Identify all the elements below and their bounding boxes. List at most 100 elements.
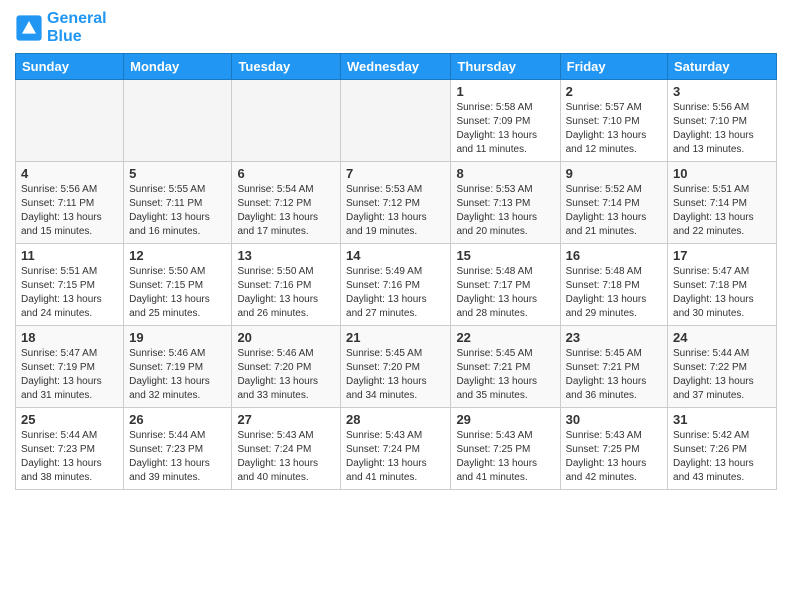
calendar-header-sunday: Sunday xyxy=(16,54,124,80)
day-number: 30 xyxy=(566,412,662,427)
day-number: 12 xyxy=(129,248,226,263)
day-number: 28 xyxy=(346,412,445,427)
day-info: Sunrise: 5:49 AMSunset: 7:16 PMDaylight:… xyxy=(346,265,445,321)
day-info: Sunrise: 5:48 AMSunset: 7:18 PMDaylight:… xyxy=(566,265,662,321)
day-info: Sunrise: 5:51 AMSunset: 7:14 PMDaylight:… xyxy=(673,183,771,239)
day-info: Sunrise: 5:57 AMSunset: 7:10 PMDaylight:… xyxy=(566,101,662,157)
day-info: Sunrise: 5:58 AMSunset: 7:09 PMDaylight:… xyxy=(456,101,554,157)
day-info: Sunrise: 5:42 AMSunset: 7:26 PMDaylight:… xyxy=(673,429,771,485)
day-number: 7 xyxy=(346,166,445,181)
day-info: Sunrise: 5:45 AMSunset: 7:21 PMDaylight:… xyxy=(456,347,554,403)
calendar-cell: 9 Sunrise: 5:52 AMSunset: 7:14 PMDaylight… xyxy=(560,162,667,244)
calendar-header-friday: Friday xyxy=(560,54,667,80)
calendar: SundayMondayTuesdayWednesdayThursdayFrid… xyxy=(15,53,777,490)
day-number: 23 xyxy=(566,330,662,345)
logo: General Blue xyxy=(15,10,107,45)
calendar-cell xyxy=(232,80,341,162)
calendar-week-5: 25Sunrise: 5:44 AMSunset: 7:23 PMDayligh… xyxy=(16,408,777,490)
day-info: Sunrise: 5:47 AMSunset: 7:19 PMDaylight:… xyxy=(21,347,118,403)
day-info: Sunrise: 5:54 AMSunset: 7:12 PMDaylight:… xyxy=(237,183,335,239)
calendar-cell: 21 Sunrise: 5:45 AMSunset: 7:20 PMDayligh… xyxy=(341,326,451,408)
calendar-cell: 19Sunrise: 5:46 AMSunset: 7:19 PMDayligh… xyxy=(124,326,232,408)
day-info: Sunrise: 5:52 AMSunset: 7:14 PMDaylight:… xyxy=(566,183,662,239)
calendar-cell: 27 Sunrise: 5:43 AMSunset: 7:24 PMDayligh… xyxy=(232,408,341,490)
calendar-cell: 11 Sunrise: 5:51 AMSunset: 7:15 PMDayligh… xyxy=(16,244,124,326)
day-number: 21 xyxy=(346,330,445,345)
day-info: Sunrise: 5:44 AMSunset: 7:23 PMDaylight:… xyxy=(21,429,118,485)
day-number: 29 xyxy=(456,412,554,427)
day-number: 18 xyxy=(21,330,118,345)
day-number: 22 xyxy=(456,330,554,345)
header: General Blue xyxy=(15,10,777,45)
day-info: Sunrise: 5:51 AMSunset: 7:15 PMDaylight:… xyxy=(21,265,118,321)
calendar-header-saturday: Saturday xyxy=(668,54,777,80)
calendar-cell: 8 Sunrise: 5:53 AMSunset: 7:13 PMDaylight… xyxy=(451,162,560,244)
day-info: Sunrise: 5:43 AMSunset: 7:24 PMDaylight:… xyxy=(237,429,335,485)
day-info: Sunrise: 5:50 AMSunset: 7:16 PMDaylight:… xyxy=(237,265,335,321)
calendar-cell: 22 Sunrise: 5:45 AMSunset: 7:21 PMDayligh… xyxy=(451,326,560,408)
page: General Blue SundayMondayTuesdayWednesda… xyxy=(0,0,792,612)
day-number: 16 xyxy=(566,248,662,263)
calendar-cell: 10 Sunrise: 5:51 AMSunset: 7:14 PMDayligh… xyxy=(668,162,777,244)
calendar-header-row: SundayMondayTuesdayWednesdayThursdayFrid… xyxy=(16,54,777,80)
day-info: Sunrise: 5:43 AMSunset: 7:25 PMDaylight:… xyxy=(566,429,662,485)
day-info: Sunrise: 5:45 AMSunset: 7:21 PMDaylight:… xyxy=(566,347,662,403)
day-number: 14 xyxy=(346,248,445,263)
day-info: Sunrise: 5:43 AMSunset: 7:25 PMDaylight:… xyxy=(456,429,554,485)
day-number: 5 xyxy=(129,166,226,181)
calendar-cell: 28 Sunrise: 5:43 AMSunset: 7:24 PMDayligh… xyxy=(341,408,451,490)
day-info: Sunrise: 5:53 AMSunset: 7:13 PMDaylight:… xyxy=(456,183,554,239)
day-info: Sunrise: 5:55 AMSunset: 7:11 PMDaylight:… xyxy=(129,183,226,239)
day-number: 11 xyxy=(21,248,118,263)
day-number: 8 xyxy=(456,166,554,181)
calendar-cell: 13Sunrise: 5:50 AMSunset: 7:16 PMDayligh… xyxy=(232,244,341,326)
calendar-cell: 15 Sunrise: 5:48 AMSunset: 7:17 PMDayligh… xyxy=(451,244,560,326)
calendar-cell xyxy=(341,80,451,162)
calendar-header-monday: Monday xyxy=(124,54,232,80)
logo-icon xyxy=(15,14,43,42)
calendar-header-tuesday: Tuesday xyxy=(232,54,341,80)
day-info: Sunrise: 5:48 AMSunset: 7:17 PMDaylight:… xyxy=(456,265,554,321)
calendar-cell: 26 Sunrise: 5:44 AMSunset: 7:23 PMDayligh… xyxy=(124,408,232,490)
calendar-cell: 7 Sunrise: 5:53 AMSunset: 7:12 PMDaylight… xyxy=(341,162,451,244)
calendar-cell: 30 Sunrise: 5:43 AMSunset: 7:25 PMDayligh… xyxy=(560,408,667,490)
calendar-cell: 24 Sunrise: 5:44 AMSunset: 7:22 PMDayligh… xyxy=(668,326,777,408)
day-number: 20 xyxy=(237,330,335,345)
day-number: 24 xyxy=(673,330,771,345)
calendar-week-3: 11 Sunrise: 5:51 AMSunset: 7:15 PMDayligh… xyxy=(16,244,777,326)
calendar-cell: 29 Sunrise: 5:43 AMSunset: 7:25 PMDayligh… xyxy=(451,408,560,490)
calendar-cell: 12 Sunrise: 5:50 AMSunset: 7:15 PMDayligh… xyxy=(124,244,232,326)
calendar-cell: 17Sunrise: 5:47 AMSunset: 7:18 PMDayligh… xyxy=(668,244,777,326)
logo-text: General Blue xyxy=(47,10,107,45)
day-info: Sunrise: 5:56 AMSunset: 7:10 PMDaylight:… xyxy=(673,101,771,157)
day-number: 6 xyxy=(237,166,335,181)
day-info: Sunrise: 5:46 AMSunset: 7:20 PMDaylight:… xyxy=(237,347,335,403)
day-info: Sunrise: 5:47 AMSunset: 7:18 PMDaylight:… xyxy=(673,265,771,321)
calendar-cell: 16 Sunrise: 5:48 AMSunset: 7:18 PMDayligh… xyxy=(560,244,667,326)
day-info: Sunrise: 5:45 AMSunset: 7:20 PMDaylight:… xyxy=(346,347,445,403)
day-info: Sunrise: 5:43 AMSunset: 7:24 PMDaylight:… xyxy=(346,429,445,485)
day-number: 3 xyxy=(673,84,771,99)
day-number: 2 xyxy=(566,84,662,99)
day-number: 26 xyxy=(129,412,226,427)
calendar-week-4: 18 Sunrise: 5:47 AMSunset: 7:19 PMDayligh… xyxy=(16,326,777,408)
day-info: Sunrise: 5:53 AMSunset: 7:12 PMDaylight:… xyxy=(346,183,445,239)
day-number: 4 xyxy=(21,166,118,181)
calendar-cell: 1Sunrise: 5:58 AMSunset: 7:09 PMDaylight… xyxy=(451,80,560,162)
day-info: Sunrise: 5:46 AMSunset: 7:19 PMDaylight:… xyxy=(129,347,226,403)
day-info: Sunrise: 5:44 AMSunset: 7:23 PMDaylight:… xyxy=(129,429,226,485)
calendar-cell: 3 Sunrise: 5:56 AMSunset: 7:10 PMDaylight… xyxy=(668,80,777,162)
calendar-cell: 5 Sunrise: 5:55 AMSunset: 7:11 PMDaylight… xyxy=(124,162,232,244)
day-number: 15 xyxy=(456,248,554,263)
day-number: 9 xyxy=(566,166,662,181)
day-number: 10 xyxy=(673,166,771,181)
day-info: Sunrise: 5:50 AMSunset: 7:15 PMDaylight:… xyxy=(129,265,226,321)
day-info: Sunrise: 5:44 AMSunset: 7:22 PMDaylight:… xyxy=(673,347,771,403)
calendar-cell: 4Sunrise: 5:56 AMSunset: 7:11 PMDaylight… xyxy=(16,162,124,244)
day-number: 27 xyxy=(237,412,335,427)
calendar-cell: 31Sunrise: 5:42 AMSunset: 7:26 PMDayligh… xyxy=(668,408,777,490)
calendar-header-wednesday: Wednesday xyxy=(341,54,451,80)
calendar-cell: 25Sunrise: 5:44 AMSunset: 7:23 PMDayligh… xyxy=(16,408,124,490)
calendar-cell: 6 Sunrise: 5:54 AMSunset: 7:12 PMDaylight… xyxy=(232,162,341,244)
calendar-cell xyxy=(16,80,124,162)
